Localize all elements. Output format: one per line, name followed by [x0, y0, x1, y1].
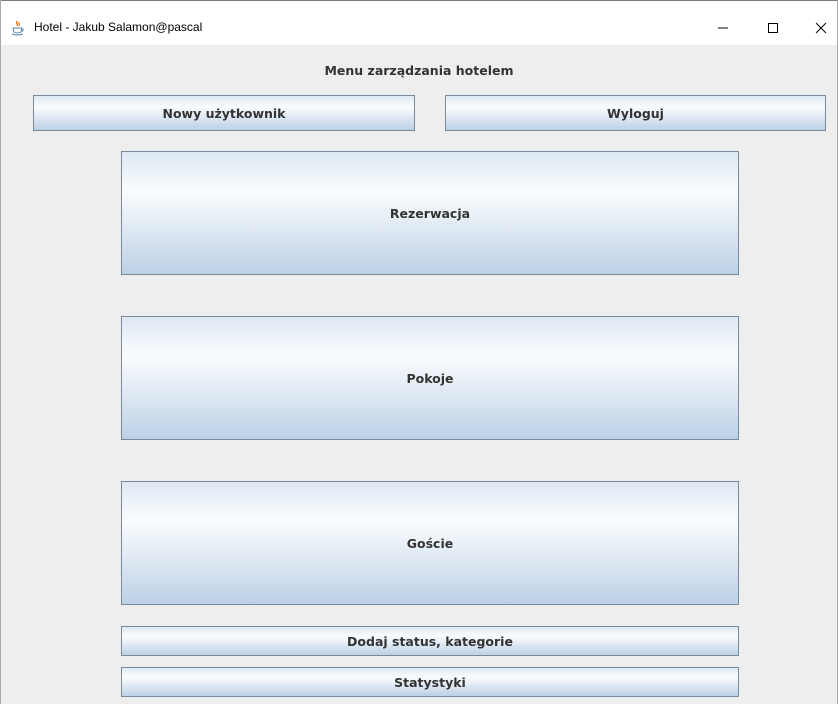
statistics-button[interactable]: Statystyki [121, 667, 739, 697]
menu-title-label: Menu zarządzania hotelem [324, 63, 514, 78]
new-user-button[interactable]: Nowy użytkownik [33, 95, 415, 131]
java-cup-icon[interactable] [10, 20, 26, 36]
window-title: Hotel - Jakub Salamon@pascal [34, 20, 203, 34]
minimize-icon [718, 27, 728, 29]
title-bar[interactable]: Hotel - Jakub Salamon@pascal [1, 0, 837, 45]
close-icon [815, 22, 827, 34]
maximize-icon [768, 23, 778, 33]
rooms-button[interactable]: Pokoje [121, 316, 739, 440]
minimize-button[interactable] [701, 13, 745, 43]
close-button[interactable] [799, 13, 837, 43]
maximize-button[interactable] [751, 13, 795, 43]
logout-button[interactable]: Wyloguj [445, 95, 826, 131]
guests-button[interactable]: Goście [121, 481, 739, 605]
reservation-button[interactable]: Rezerwacja [121, 151, 739, 275]
app-window: Hotel - Jakub Salamon@pascal Menu zarząd… [0, 0, 838, 704]
add-status-category-button[interactable]: Dodaj status, kategorie [121, 626, 739, 656]
